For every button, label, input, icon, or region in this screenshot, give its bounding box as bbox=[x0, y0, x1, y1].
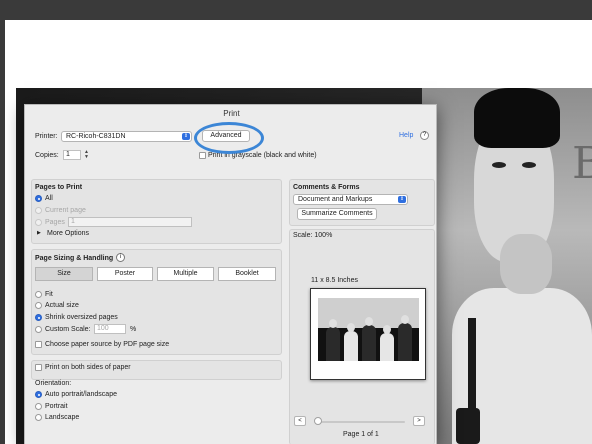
dialog-title: Print bbox=[223, 109, 240, 118]
paper-size-label: 11 x 8.5 Inches bbox=[311, 277, 358, 284]
current-page-radio[interactable] bbox=[35, 207, 42, 214]
current-page-label: Current page bbox=[45, 207, 86, 214]
photo-eye-left bbox=[492, 162, 506, 168]
scale-label: Scale: 100% bbox=[293, 232, 333, 239]
actual-size-radio[interactable] bbox=[35, 302, 42, 309]
both-sides-checkbox[interactable] bbox=[35, 364, 42, 371]
page-range-radio[interactable] bbox=[35, 219, 42, 226]
auto-orientation-radio[interactable] bbox=[35, 391, 42, 398]
page-slider-handle[interactable] bbox=[314, 417, 322, 425]
printer-label: Printer: bbox=[35, 133, 58, 140]
orientation-heading: Orientation: bbox=[35, 380, 72, 387]
paper-source-label: Choose paper source by PDF page size bbox=[45, 341, 170, 348]
page-range-label: Pages bbox=[45, 219, 65, 226]
thumb-figure bbox=[344, 323, 358, 361]
top-dark-band bbox=[0, 0, 592, 20]
actual-size-label: Actual size bbox=[45, 302, 79, 309]
tab-size[interactable]: Size bbox=[35, 267, 93, 281]
tab-booklet[interactable]: Booklet bbox=[218, 267, 276, 281]
preview-page bbox=[310, 288, 426, 380]
copies-label: Copies: bbox=[35, 152, 59, 159]
help-icon[interactable]: ? bbox=[420, 131, 429, 140]
thumb-figure bbox=[362, 317, 376, 361]
percent-label: % bbox=[130, 326, 137, 333]
annotation-circle bbox=[194, 122, 264, 154]
shrink-oversized-radio[interactable] bbox=[35, 314, 42, 321]
select-arrows-icon: ⇕ bbox=[182, 133, 190, 140]
custom-scale-radio[interactable] bbox=[35, 326, 42, 333]
summarize-comments-button[interactable]: Summarize Comments bbox=[297, 208, 377, 220]
paper-source-checkbox[interactable] bbox=[35, 341, 42, 348]
select-arrows-icon: ⇕ bbox=[398, 196, 406, 203]
photo-hair bbox=[474, 88, 560, 148]
thumb-figure bbox=[326, 319, 340, 361]
page-sizing-heading: Page Sizing & Handling bbox=[35, 255, 114, 262]
photo-eye-right bbox=[522, 162, 536, 168]
shrink-oversized-label: Shrink oversized pages bbox=[45, 314, 118, 321]
both-sides-label: Print on both sides of paper bbox=[45, 364, 131, 371]
preview-photo-thumbnail bbox=[318, 298, 419, 361]
landscape-radio[interactable] bbox=[35, 414, 42, 421]
photo-hand bbox=[500, 234, 552, 294]
page-range-input[interactable]: 1 bbox=[68, 217, 192, 227]
auto-orientation-label: Auto portrait/landscape bbox=[45, 391, 117, 398]
custom-scale-label: Custom Scale: bbox=[45, 326, 91, 333]
fit-radio[interactable] bbox=[35, 291, 42, 298]
thumb-figure bbox=[398, 315, 412, 361]
all-pages-radio[interactable] bbox=[35, 195, 42, 202]
custom-scale-input[interactable]: 100 bbox=[94, 324, 126, 334]
landscape-label: Landscape bbox=[45, 414, 80, 421]
fit-label: Fit bbox=[45, 291, 53, 298]
comments-select[interactable]: Document and Markups ⇕ bbox=[293, 194, 408, 205]
previous-page-button[interactable]: < bbox=[294, 416, 306, 426]
portrait-radio[interactable] bbox=[35, 403, 42, 410]
help-link[interactable]: Help bbox=[399, 132, 413, 139]
page-indicator: Page 1 of 1 bbox=[343, 431, 379, 438]
copies-input[interactable]: 1 bbox=[63, 150, 81, 160]
photo-graffiti: B bbox=[572, 138, 592, 189]
pages-to-print-heading: Pages to Print bbox=[35, 184, 83, 191]
thumb-figure bbox=[380, 325, 394, 361]
page-slider-track[interactable] bbox=[315, 421, 405, 423]
tab-poster[interactable]: Poster bbox=[97, 267, 153, 281]
next-page-button[interactable]: > bbox=[413, 416, 425, 426]
all-pages-label: All bbox=[45, 195, 53, 202]
more-options-label[interactable]: More Options bbox=[47, 230, 89, 237]
copies-stepper-icon[interactable]: ▲ ▼ bbox=[84, 150, 89, 160]
printer-select-value: RC-Ricoh-C831DN bbox=[66, 133, 126, 140]
comments-forms-heading: Comments & Forms bbox=[293, 184, 360, 191]
grayscale-checkbox[interactable] bbox=[199, 152, 206, 159]
photo-bottle bbox=[456, 408, 480, 444]
comments-select-value: Document and Markups bbox=[298, 196, 373, 203]
info-icon[interactable]: i bbox=[116, 253, 125, 262]
portrait-label: Portrait bbox=[45, 403, 68, 410]
tab-multiple[interactable]: Multiple bbox=[157, 267, 214, 281]
disclosure-triangle-icon[interactable]: ▶ bbox=[37, 230, 41, 236]
printer-select[interactable]: RC-Ricoh-C831DN ⇕ bbox=[61, 131, 192, 142]
print-dialog: Print Printer: RC-Ricoh-C831DN ⇕ Advance… bbox=[24, 104, 437, 444]
